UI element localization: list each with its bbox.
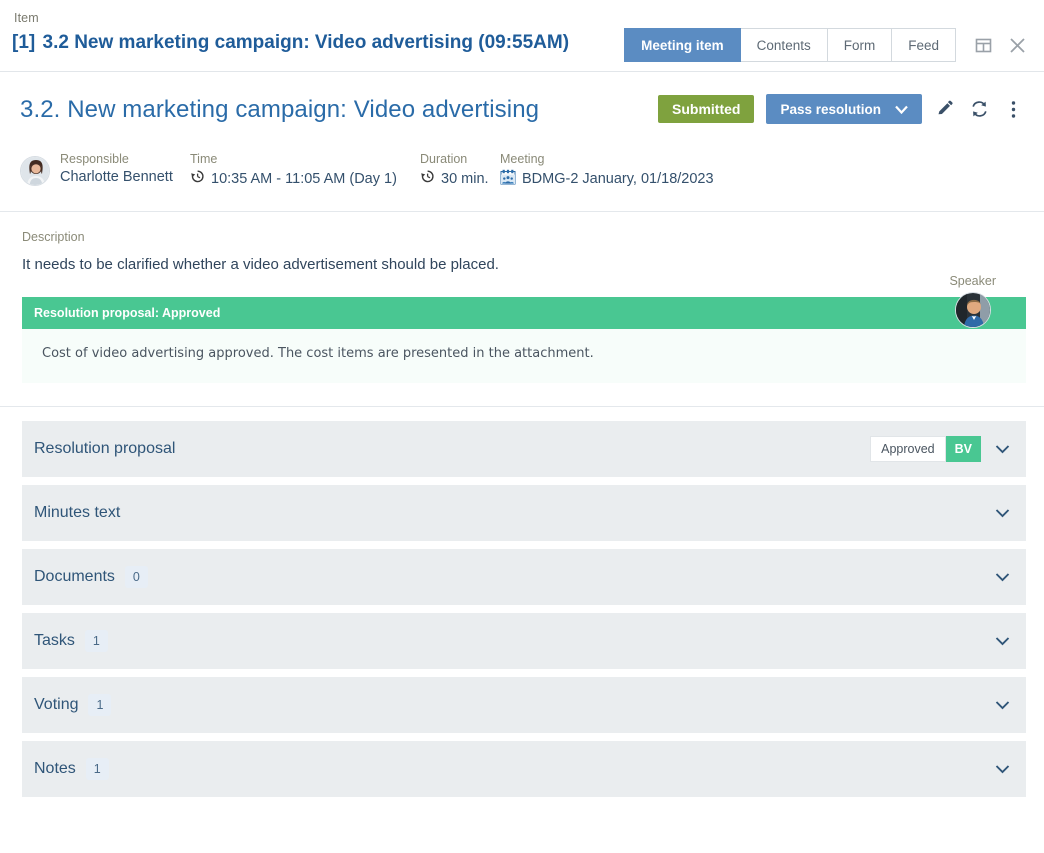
section-title: Documents (34, 568, 115, 585)
meta-duration: Duration 30 min. (420, 152, 500, 188)
page-title-index: [1] (12, 32, 36, 53)
refresh-icon[interactable] (968, 97, 990, 121)
meta-meeting-label: Meeting (500, 152, 545, 166)
window-controls (972, 34, 1028, 56)
section-title: Voting (34, 696, 79, 713)
section-count-badge: 0 (124, 566, 148, 588)
section-title: Tasks (34, 632, 75, 649)
section-accordion: Resolution proposal Approved BV Minutes … (0, 407, 1044, 797)
meta-duration-value: 30 min. (441, 170, 489, 187)
meta-time-value: 10:35 AM - 11:05 AM (Day 1) (211, 170, 397, 187)
section-count-badge: 1 (85, 758, 109, 780)
pencil-icon[interactable] (934, 97, 956, 121)
page-title-text: 3.2 New marketing campaign: Video advert… (42, 32, 570, 53)
section-count-badge: 1 (88, 694, 112, 716)
tab-contents[interactable]: Contents (740, 28, 828, 62)
meta-meeting: Meeting BDMG-2 January, 01/18/2023 (500, 152, 1024, 189)
status-badge-approved: Approved (870, 436, 946, 462)
item-title: 3.2. New marketing campaign: Video adver… (20, 96, 540, 123)
description-block: Description It needs to be clarified whe… (0, 212, 1044, 293)
chevron-down-icon[interactable] (995, 572, 1010, 582)
description-label: Description (22, 230, 85, 244)
meeting-item-page: Item [1] 3.2 New marketing campaign: Vid… (0, 0, 1044, 853)
pass-resolution-label: Pass resolution (780, 101, 881, 117)
section-voting[interactable]: Voting 1 (22, 677, 1026, 733)
top-bar: Item [1] 3.2 New marketing campaign: Vid… (0, 0, 1044, 72)
avatar-responsible (20, 156, 50, 186)
meta-time-label: Time (190, 152, 218, 166)
chevron-down-icon[interactable] (995, 636, 1010, 646)
close-icon[interactable] (1006, 34, 1028, 56)
status-badge-submitted[interactable]: Submitted (658, 95, 755, 123)
meta-time: Time 10:35 AM - 11:05 AM (Day 1) (190, 152, 420, 188)
chevron-down-icon[interactable] (995, 444, 1010, 454)
meta-responsible-label: Responsible (60, 152, 129, 166)
chevron-down-icon[interactable] (995, 508, 1010, 518)
calendar-meeting-icon (500, 169, 516, 189)
meta-responsible-value: Charlotte Bennett (60, 169, 173, 185)
panel-layout-icon[interactable] (972, 34, 994, 56)
resolution-callout: Resolution proposal: Approved Cost of vi… (22, 297, 1026, 383)
initials-badge: BV (945, 436, 981, 462)
item-header: 3.2. New marketing campaign: Video adver… (0, 72, 1044, 124)
more-vertical-icon[interactable] (1002, 97, 1024, 121)
resolution-callout-heading: Resolution proposal: Approved (22, 297, 1026, 329)
tab-bar: Meeting item Contents Form Feed (624, 28, 1028, 62)
section-title: Notes (34, 760, 76, 777)
meta-row: Responsible Charlotte Bennett Time 10:35… (0, 124, 1044, 328)
section-tasks[interactable]: Tasks 1 (22, 613, 1026, 669)
meta-speaker-label: Speaker (949, 274, 996, 288)
avatar-speaker (954, 292, 991, 328)
chevron-down-icon (895, 102, 908, 117)
section-resolution-proposal[interactable]: Resolution proposal Approved BV (22, 421, 1026, 477)
section-count-badge: 1 (84, 630, 108, 652)
section-title: Minutes text (34, 504, 121, 521)
tab-group: Meeting item Contents Form Feed (624, 28, 956, 62)
tab-form[interactable]: Form (827, 28, 893, 62)
meta-responsible: Responsible Charlotte Bennett (20, 152, 190, 186)
resolution-callout-body: Cost of video advertising approved. The … (22, 329, 1026, 383)
meta-meeting-value: BDMG-2 January, 01/18/2023 (522, 171, 714, 187)
section-notes[interactable]: Notes 1 (22, 741, 1026, 797)
description-text: It needs to be clarified whether a video… (22, 256, 499, 273)
section-minutes-text[interactable]: Minutes text (22, 485, 1026, 541)
breadcrumb: Item (14, 11, 39, 25)
clock-history-icon (420, 169, 435, 188)
item-actions: Submitted Pass resolution (658, 92, 1024, 124)
meta-duration-label: Duration (420, 152, 468, 166)
tab-feed[interactable]: Feed (892, 28, 956, 62)
section-title: Resolution proposal (34, 440, 176, 457)
pass-resolution-button[interactable]: Pass resolution (766, 94, 922, 124)
chevron-down-icon[interactable] (995, 700, 1010, 710)
clock-history-icon (190, 169, 205, 188)
meta-speaker: Speaker (949, 274, 996, 328)
chevron-down-icon[interactable] (995, 764, 1010, 774)
section-documents[interactable]: Documents 0 (22, 549, 1026, 605)
tab-meeting-item[interactable]: Meeting item (624, 28, 741, 62)
